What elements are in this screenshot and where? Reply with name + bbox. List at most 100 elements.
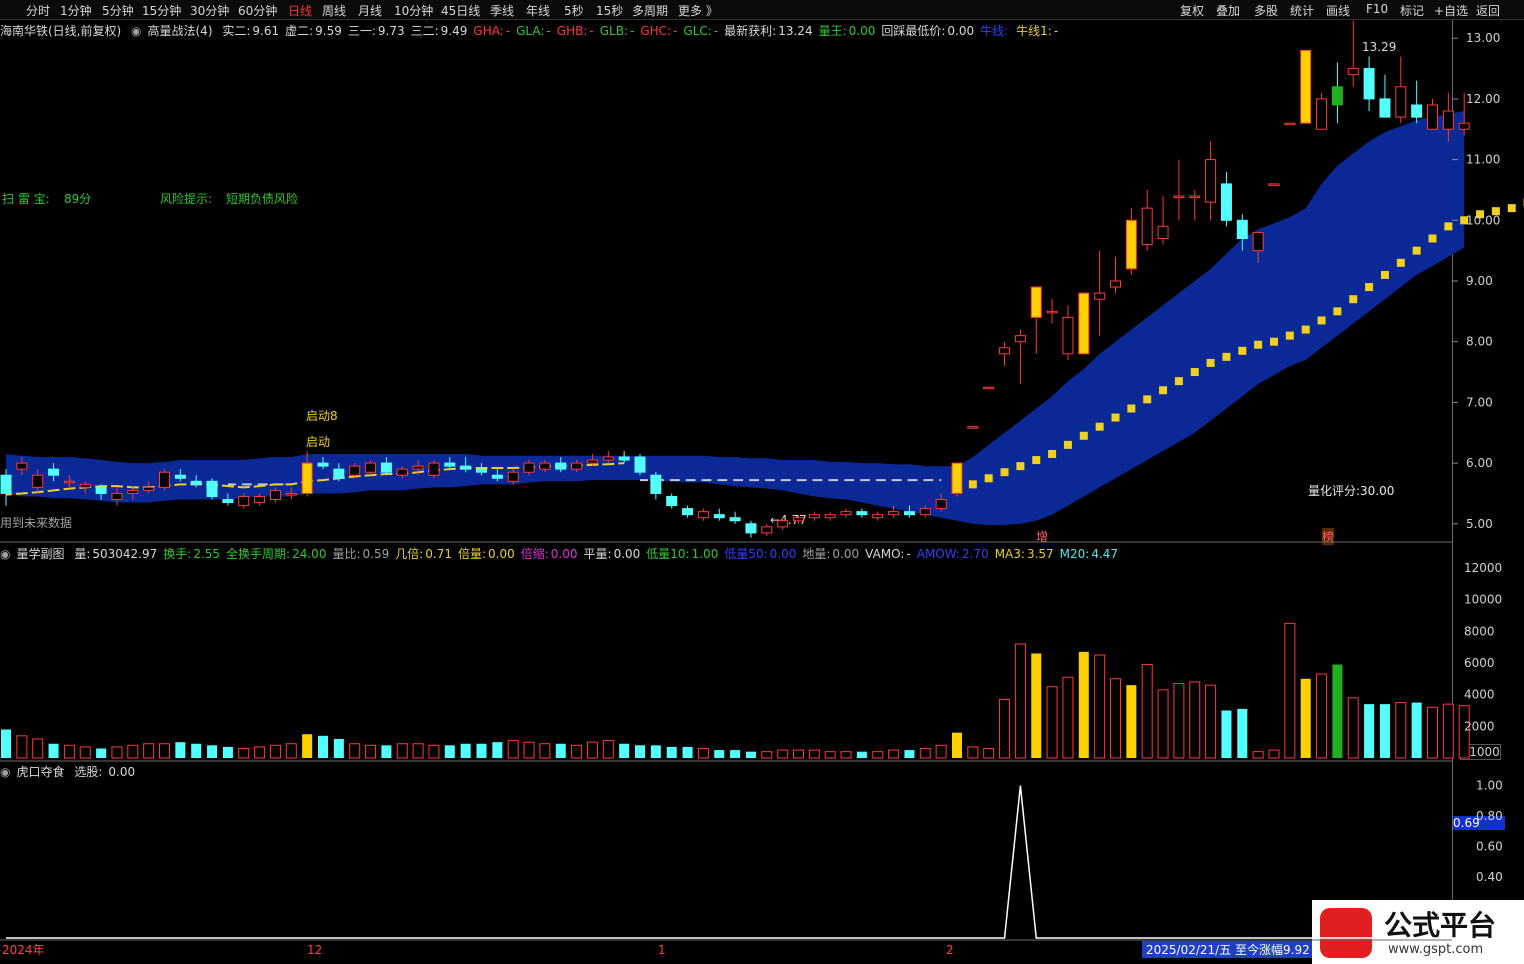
volume-bar[interactable] bbox=[32, 738, 44, 759]
candle[interactable] bbox=[1110, 280, 1121, 288]
volume-bar[interactable] bbox=[1205, 684, 1217, 759]
volume-bar[interactable] bbox=[539, 743, 551, 759]
volume-bar[interactable] bbox=[682, 746, 693, 758]
volume-bar[interactable] bbox=[16, 735, 28, 759]
volume-bar[interactable] bbox=[79, 746, 91, 759]
candle[interactable] bbox=[666, 495, 678, 507]
candle[interactable] bbox=[682, 508, 694, 516]
volume-bar[interactable] bbox=[1284, 622, 1296, 759]
volume-bar[interactable] bbox=[1157, 689, 1169, 759]
volume-bar[interactable] bbox=[444, 745, 455, 758]
candle[interactable] bbox=[380, 462, 392, 473]
volume-bar[interactable] bbox=[586, 741, 598, 759]
candle[interactable] bbox=[63, 480, 75, 484]
candle[interactable] bbox=[16, 462, 28, 470]
candle[interactable] bbox=[793, 517, 804, 522]
volume-bar[interactable] bbox=[191, 743, 202, 758]
candle[interactable] bbox=[127, 489, 139, 494]
volume-bar[interactable] bbox=[856, 751, 867, 758]
candle[interactable] bbox=[333, 468, 345, 479]
candle[interactable] bbox=[444, 462, 456, 467]
volume-bar[interactable] bbox=[175, 742, 186, 758]
volume-bar[interactable] bbox=[507, 740, 519, 759]
volume-bar[interactable] bbox=[285, 743, 297, 759]
volume-bar[interactable] bbox=[222, 746, 233, 758]
candle[interactable] bbox=[1395, 86, 1407, 118]
candle[interactable] bbox=[1046, 310, 1058, 314]
volume-bar[interactable] bbox=[919, 747, 931, 759]
candle[interactable] bbox=[777, 520, 789, 528]
volume-bar[interactable] bbox=[1078, 651, 1089, 758]
candle[interactable] bbox=[729, 517, 741, 522]
volume-bar[interactable] bbox=[460, 743, 471, 758]
volume-bar[interactable] bbox=[1094, 654, 1106, 759]
volume-bar[interactable] bbox=[349, 743, 361, 759]
volume-bar[interactable] bbox=[159, 743, 170, 759]
volume-bar[interactable] bbox=[207, 745, 218, 758]
candle[interactable] bbox=[1347, 68, 1359, 76]
volume-bar[interactable] bbox=[1411, 702, 1422, 758]
candle[interactable] bbox=[1220, 183, 1232, 221]
candle[interactable] bbox=[983, 386, 995, 390]
candle[interactable] bbox=[1030, 286, 1042, 318]
volume-bar[interactable] bbox=[127, 744, 139, 759]
candle[interactable] bbox=[428, 462, 440, 476]
candle[interactable] bbox=[1458, 122, 1470, 130]
candle[interactable] bbox=[1125, 219, 1137, 270]
candle[interactable] bbox=[285, 492, 297, 496]
volume-bar[interactable] bbox=[555, 743, 566, 758]
candle[interactable] bbox=[365, 462, 377, 473]
candle[interactable] bbox=[888, 511, 900, 516]
volume-bar[interactable] bbox=[777, 749, 789, 759]
volume-bar[interactable] bbox=[1268, 749, 1280, 759]
volume-bar[interactable] bbox=[635, 745, 645, 758]
volume-bar[interactable] bbox=[1046, 686, 1058, 759]
candle[interactable] bbox=[222, 499, 234, 504]
candle[interactable] bbox=[935, 499, 947, 510]
candle[interactable] bbox=[713, 514, 725, 519]
candle[interactable] bbox=[1363, 68, 1375, 100]
candle[interactable] bbox=[840, 511, 852, 516]
candle[interactable] bbox=[1316, 98, 1328, 130]
volume-bar[interactable] bbox=[1395, 702, 1407, 759]
candle[interactable] bbox=[1205, 159, 1217, 203]
candle[interactable] bbox=[111, 492, 123, 501]
candle[interactable] bbox=[269, 489, 281, 501]
candle[interactable] bbox=[602, 456, 614, 461]
candle[interactable] bbox=[1141, 207, 1153, 246]
volume-bar[interactable] bbox=[1014, 643, 1026, 759]
volume-bar[interactable] bbox=[1110, 678, 1121, 759]
candle[interactable] bbox=[1300, 49, 1312, 124]
volume-bar[interactable] bbox=[666, 746, 677, 758]
volume-bar[interactable] bbox=[745, 751, 756, 758]
candle[interactable] bbox=[254, 495, 266, 504]
candle[interactable] bbox=[32, 474, 44, 488]
candle[interactable] bbox=[317, 462, 329, 467]
stock-chart[interactable]: 5.006.007.008.009.0010.0011.0012.0013.00… bbox=[0, 0, 1524, 964]
candle[interactable] bbox=[903, 511, 915, 516]
candle[interactable] bbox=[1094, 292, 1106, 300]
candle[interactable] bbox=[1252, 231, 1264, 252]
volume-bar[interactable] bbox=[808, 749, 820, 759]
volume-bar[interactable] bbox=[1141, 664, 1153, 759]
volume-bar[interactable] bbox=[888, 749, 900, 759]
candle[interactable] bbox=[555, 462, 567, 470]
candle[interactable] bbox=[951, 462, 963, 494]
volume-bar[interactable] bbox=[650, 745, 661, 758]
candle[interactable] bbox=[1442, 110, 1454, 130]
volume-bar[interactable] bbox=[1316, 673, 1328, 759]
candle[interactable] bbox=[1331, 86, 1343, 106]
candle[interactable] bbox=[396, 468, 408, 476]
candle[interactable] bbox=[238, 495, 250, 507]
candle[interactable] bbox=[697, 511, 709, 519]
candle[interactable] bbox=[476, 468, 487, 473]
candle[interactable] bbox=[1268, 183, 1280, 186]
volume-bar[interactable] bbox=[1427, 706, 1438, 759]
candle[interactable] bbox=[634, 456, 646, 473]
candle[interactable] bbox=[349, 465, 361, 476]
volume-bar[interactable] bbox=[1364, 704, 1375, 758]
volume-bar[interactable] bbox=[967, 746, 979, 759]
candle[interactable] bbox=[143, 486, 155, 491]
volume-bar[interactable] bbox=[1189, 681, 1201, 759]
volume-bar[interactable] bbox=[412, 743, 424, 759]
